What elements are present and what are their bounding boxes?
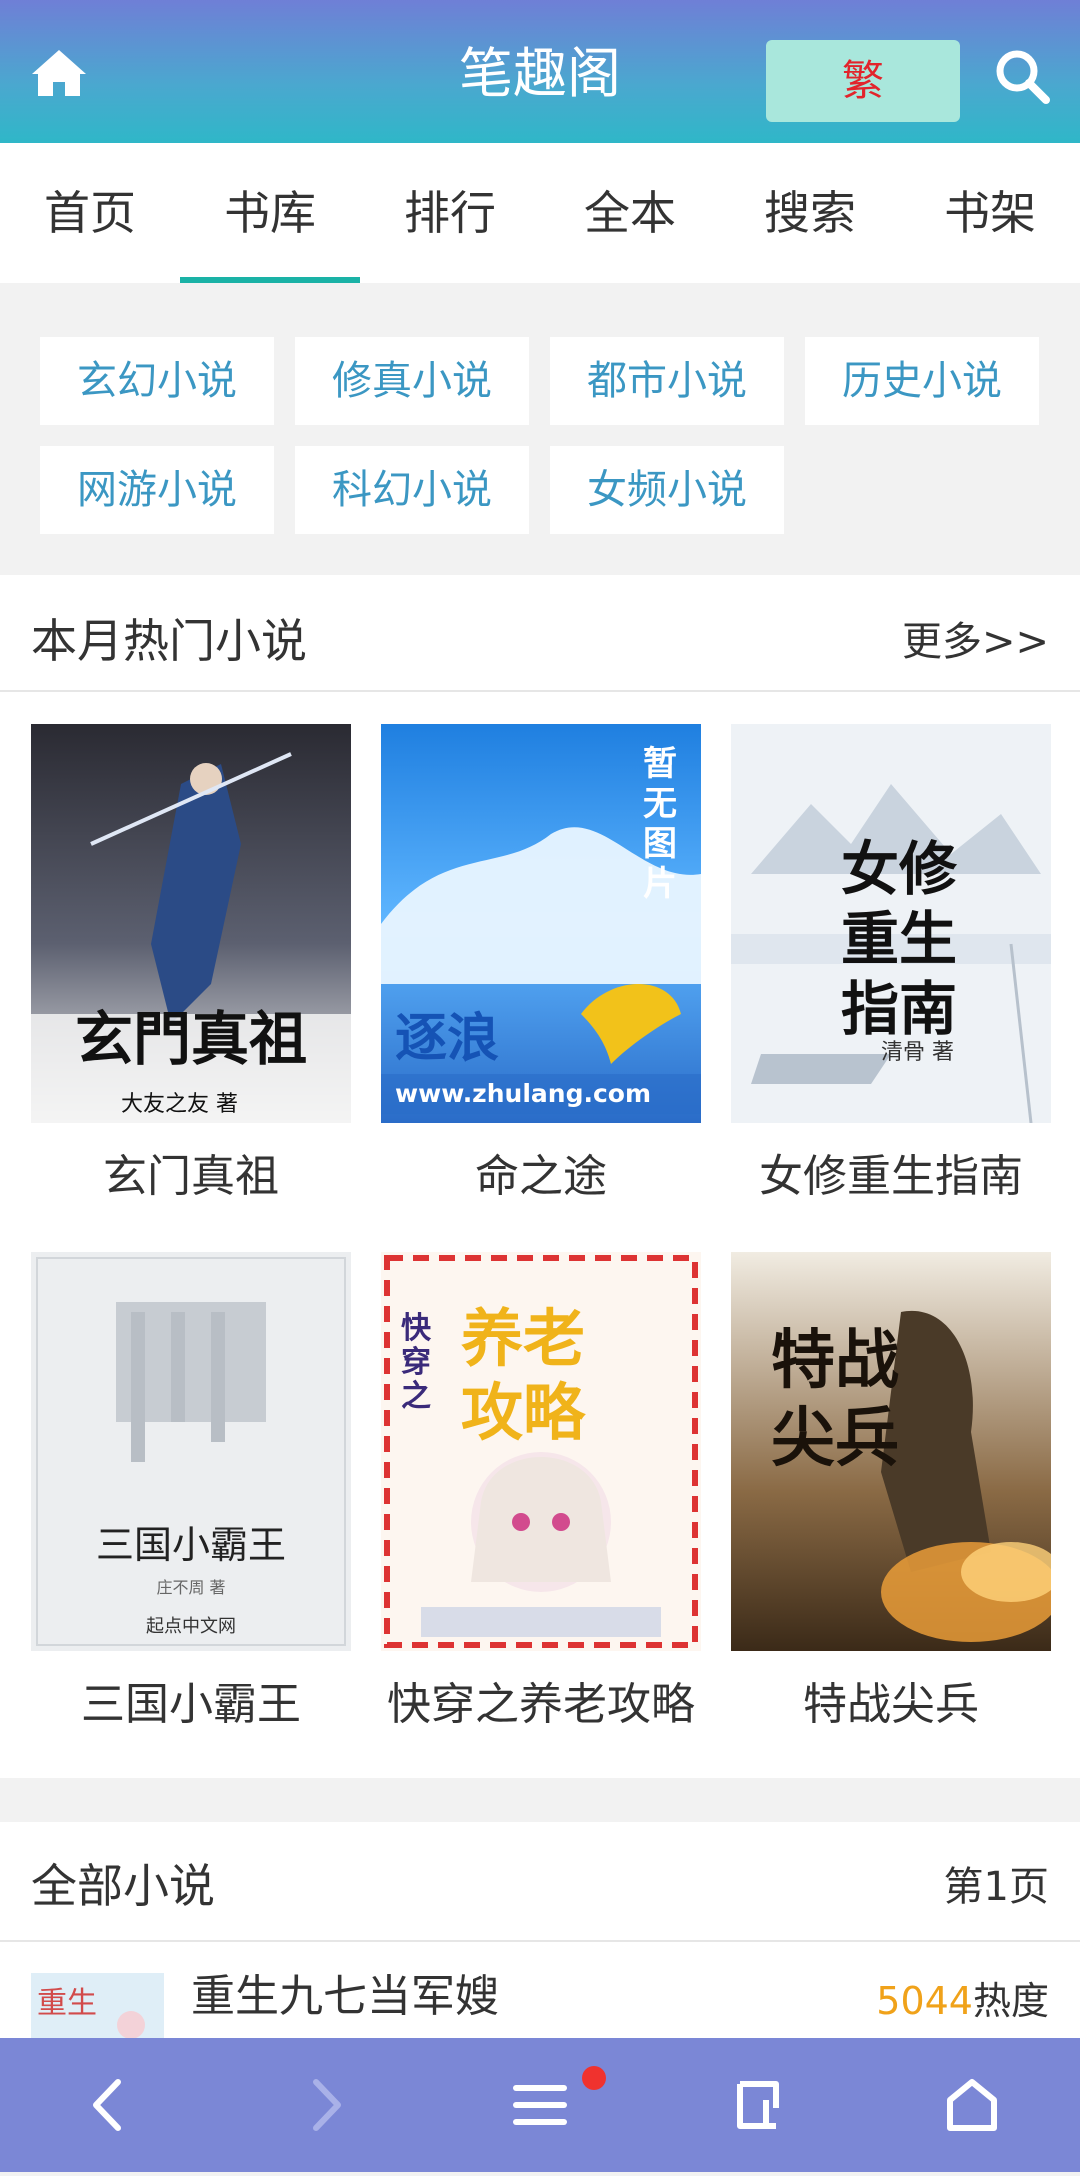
- book-thumbnail: 重生: [31, 1973, 164, 2038]
- hot-novels-section: 本月热门小说 更多>> 玄門真祖 大友之友 著 玄门真祖 暂无图片 逐浪 www…: [0, 575, 1080, 1778]
- cover-author-text: 大友之友 著: [121, 1092, 238, 1117]
- cover-title-text: 三国小霸王: [95, 1523, 286, 1567]
- more-link[interactable]: 更多>>: [902, 609, 1049, 667]
- book-title[interactable]: 快穿之养老攻略: [361, 1668, 721, 1732]
- tab-ranking[interactable]: 排行: [360, 143, 540, 283]
- book-cover[interactable]: 三国小霸王 庄不周 著 起点中文网: [31, 1252, 351, 1651]
- cover-title-text: 逐浪: [395, 1008, 500, 1069]
- tabs-icon: [737, 2081, 779, 2129]
- cover-author-text: 庄不周 著: [156, 1578, 226, 1597]
- divider: [0, 690, 1080, 692]
- category-dushi[interactable]: 都市小说: [550, 337, 784, 425]
- book-title[interactable]: 玄门真祖: [11, 1140, 371, 1204]
- book-cover[interactable]: 玄門真祖 大友之友 著: [31, 724, 351, 1123]
- home-nav-button[interactable]: [902, 2038, 1042, 2172]
- section-title: 全部小说: [31, 1859, 215, 1913]
- book-title[interactable]: 三国小霸王: [11, 1668, 371, 1732]
- category-lishi[interactable]: 历史小说: [805, 337, 1039, 425]
- book-title[interactable]: 重生九七当军嫂: [191, 1960, 499, 2024]
- list-item[interactable]: 重生 重生九七当军嫂 5044热度: [0, 1942, 1080, 2038]
- cover-title-text: 女修重生指南: [841, 835, 958, 1043]
- home-icon: [947, 2079, 997, 2131]
- tabs-button[interactable]: [688, 2038, 828, 2172]
- tab-search[interactable]: 搜索: [720, 143, 900, 283]
- book-title[interactable]: 特战尖兵: [711, 1668, 1071, 1732]
- category-kehuan[interactable]: 科幻小说: [295, 446, 529, 534]
- cover-tag-text: 快穿之: [401, 1311, 431, 1414]
- search-icon[interactable]: [992, 46, 1052, 106]
- back-icon: [93, 2079, 121, 2131]
- main-tabs: 首页 书库 排行 全本 搜索 书架: [0, 143, 1080, 283]
- cover-note-text: 暂无图片: [643, 744, 677, 904]
- menu-icon: [513, 2085, 567, 2125]
- heat-info: 5044热度: [876, 1970, 1049, 2025]
- cover-author-text: 清骨 著: [881, 1040, 954, 1065]
- heat-label: 热度: [972, 1979, 1049, 2023]
- menu-button[interactable]: [470, 2038, 610, 2172]
- category-wangyou[interactable]: 网游小说: [40, 446, 274, 534]
- book-cover[interactable]: 快穿之 养老攻略: [381, 1252, 701, 1651]
- page-indicator: 第1页: [943, 1864, 1049, 1910]
- browser-bottom-bar: [0, 2038, 1080, 2172]
- notification-dot: [582, 2066, 606, 2090]
- category-xiuzhen[interactable]: 修真小说: [295, 337, 529, 425]
- cover-publisher-text: 起点中文网: [146, 1616, 236, 1637]
- category-nvpin[interactable]: 女频小说: [550, 446, 784, 534]
- cover-title-text: 特战尖兵: [771, 1323, 899, 1476]
- category-xuanhuan[interactable]: 玄幻小说: [40, 337, 274, 425]
- forward-icon: [313, 2079, 341, 2131]
- traditional-chinese-button[interactable]: 繁: [766, 40, 960, 122]
- book-title[interactable]: 女修重生指南: [711, 1140, 1071, 1204]
- tab-bookshelf[interactable]: 书架: [900, 143, 1080, 283]
- book-title[interactable]: 命之途: [361, 1140, 721, 1204]
- tab-home[interactable]: 首页: [0, 143, 180, 283]
- heat-value: 5044: [876, 1979, 973, 2023]
- active-tab-indicator: [180, 277, 360, 283]
- book-cover[interactable]: 暂无图片 逐浪 www.zhulang.com: [381, 724, 701, 1123]
- all-novels-section: 全部小说 第1页 重生 重生九七当军嫂 5044热度: [0, 1822, 1080, 2038]
- cover-title-text: 养老攻略: [461, 1302, 586, 1449]
- svg-text:重生: 重生: [37, 1986, 97, 2021]
- back-button[interactable]: [36, 2038, 176, 2172]
- tab-complete[interactable]: 全本: [540, 143, 720, 283]
- tab-library[interactable]: 书库: [180, 143, 360, 283]
- cover-title-text: 玄門真祖: [74, 1005, 307, 1073]
- book-cover[interactable]: 女修重生指南 清骨 著: [731, 724, 1051, 1123]
- forward-button[interactable]: [254, 2038, 394, 2172]
- cover-url-text: www.zhulang.com: [395, 1079, 652, 1108]
- book-cover[interactable]: 特战尖兵: [731, 1252, 1051, 1651]
- section-title: 本月热门小说: [31, 614, 307, 668]
